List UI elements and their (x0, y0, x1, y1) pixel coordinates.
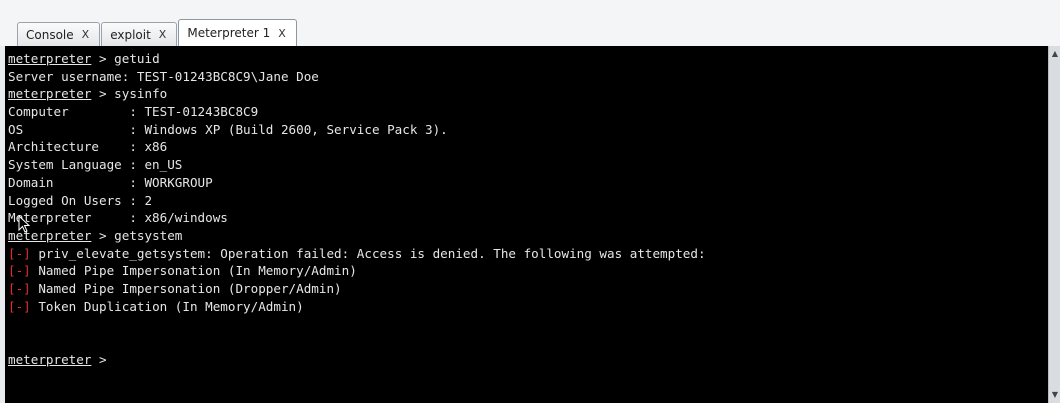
error-marker: [-] (8, 263, 31, 279)
terminal-line: Computer : TEST-01243BC8C9 (8, 103, 1048, 121)
output-text: Architecture : x86 (8, 139, 168, 155)
command-text: > sysinfo (91, 86, 168, 102)
scroll-down-icon[interactable]: ▼ (1050, 390, 1060, 400)
vertical-scrollbar[interactable]: ▲ ▼ (1048, 46, 1060, 403)
tab-label: Meterpreter 1 (187, 26, 271, 40)
error-marker: [-] (8, 280, 31, 296)
output-text: Logged On Users : 2 (8, 192, 153, 208)
terminal-line: Logged On Users : 2 (8, 192, 1048, 210)
terminal-line: System Language : en_US (8, 156, 1048, 174)
error-text: Token Duplication (In Memory/Admin) (30, 298, 304, 314)
terminal-line: OS : Windows XP (Build 2600, Service Pac… (8, 121, 1048, 139)
terminal-line: [-] Named Pipe Impersonation (Dropper/Ad… (8, 280, 1048, 298)
terminal-line: meterpreter > getsystem (8, 227, 1048, 245)
error-marker: [-] (8, 298, 31, 314)
terminal-line: Server username: TEST-01243BC8C9\Jane Do… (8, 68, 1048, 86)
terminal-line: meterpreter > (8, 351, 1048, 369)
error-text: Named Pipe Impersonation (In Memory/Admi… (30, 263, 357, 279)
terminal-line: Meterpreter : x86/windows (8, 209, 1048, 227)
close-icon[interactable]: X (276, 27, 288, 40)
terminal-output[interactable]: meterpreter > getuid Server username: TES… (5, 46, 1048, 403)
command-text: > getsystem (91, 227, 183, 243)
output-text: OS : Windows XP (Build 2600, Service Pac… (8, 121, 448, 137)
close-icon[interactable]: X (157, 28, 169, 41)
tab-meterpreter-1[interactable]: Meterpreter 1 X (178, 19, 297, 46)
meterpreter-window: Console X exploit X Meterpreter 1 X mete… (0, 0, 1060, 403)
tab-list: Console X exploit X Meterpreter 1 X (17, 19, 298, 46)
tab-console[interactable]: Console X (17, 22, 101, 46)
output-text: System Language : en_US (8, 157, 183, 173)
error-marker: [-] (8, 245, 31, 261)
arrow-pointer-icon (18, 215, 31, 233)
terminal-line: [-] Named Pipe Impersonation (In Memory/… (8, 262, 1048, 280)
terminal-line: Domain : WORKGROUP (8, 174, 1048, 192)
error-text: priv_elevate_getsystem: Operation failed… (30, 245, 706, 261)
meterpreter-prompt: meterpreter (8, 51, 92, 66)
meterpreter-prompt: meterpreter (8, 351, 92, 367)
tab-label: exploit (110, 27, 151, 42)
tab-label: Console (26, 27, 74, 42)
terminal-line: Architecture : x86 (8, 138, 1048, 156)
error-text: Named Pipe Impersonation (Dropper/Admin) (30, 280, 342, 296)
command-text: > getuid (91, 51, 160, 66)
meterpreter-prompt: meterpreter (8, 86, 92, 102)
terminal-line: [-] priv_elevate_getsystem: Operation fa… (8, 245, 1048, 263)
output-text: Server username: TEST-01243BC8C9\Jane Do… (8, 68, 319, 84)
tab-exploit[interactable]: exploit X (101, 22, 178, 46)
output-text: Computer : TEST-01243BC8C9 (8, 104, 259, 120)
output-text: Meterpreter : x86/windows (8, 210, 228, 226)
terminal-line: [-] Token Duplication (In Memory/Admin) (8, 298, 1048, 316)
terminal-line: meterpreter > sysinfo (8, 85, 1048, 103)
close-icon[interactable]: X (80, 28, 92, 41)
output-text: Domain : WORKGROUP (8, 174, 213, 190)
scroll-up-icon[interactable]: ▲ (1050, 49, 1060, 59)
terminal-line: meterpreter > getuid (8, 50, 1048, 68)
command-text: > (91, 351, 107, 367)
tab-bar: Console X exploit X Meterpreter 1 X (0, 0, 1060, 46)
